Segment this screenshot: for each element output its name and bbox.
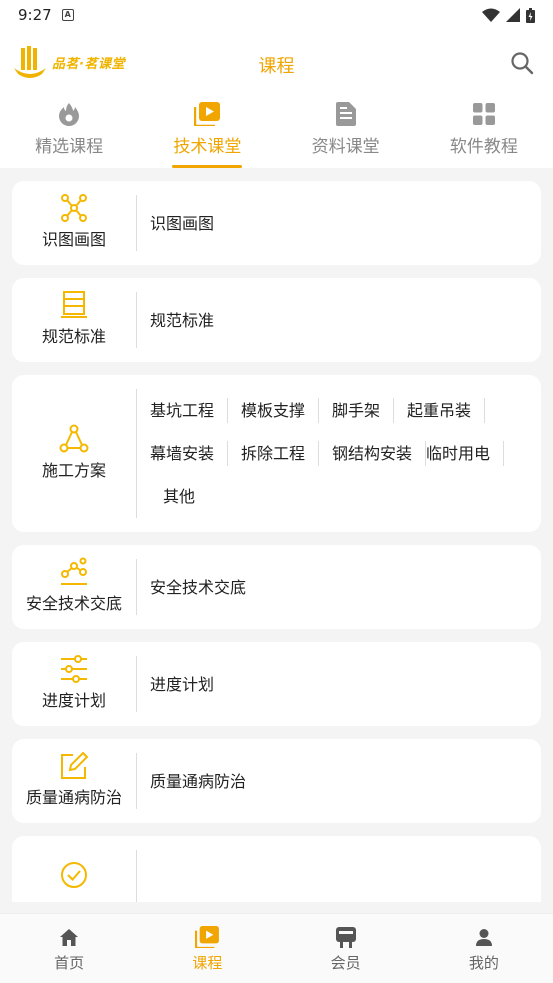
nav-label: 课程 <box>192 954 223 972</box>
wifi-icon <box>482 8 500 22</box>
status-icons <box>482 7 535 23</box>
tab-featured-courses[interactable]: 精选课程 <box>0 98 138 168</box>
person-icon <box>472 925 496 949</box>
category-header[interactable]: 施工方案 <box>12 375 136 532</box>
category-card-safety-briefing: 安全技术交底 安全技术交底 <box>12 545 541 629</box>
subcategory-item[interactable]: 拆除工程 <box>228 441 320 466</box>
category-tabs: 精选课程 技术课堂 资料课堂 软件教程 <box>0 98 553 168</box>
subcategory-item[interactable]: 基坑工程 <box>150 398 229 423</box>
subcategory-list: 基坑工程 模板支撑 脚手架 起重吊装 幕墙安装 拆除工程 钢结构安装 临时用电 … <box>137 375 541 532</box>
subcategory-item[interactable]: 质量通病防治 <box>150 769 259 794</box>
member-icon <box>334 925 358 949</box>
category-header[interactable]: 质量通病防治 <box>12 739 136 823</box>
category-card-schedule: 进度计划 进度计划 <box>12 642 541 726</box>
category-header[interactable]: 安全技术交底 <box>12 545 136 629</box>
tab-software-tutorial[interactable]: 软件教程 <box>415 98 553 168</box>
category-label: 施工方案 <box>41 460 106 480</box>
tab-label: 资料课堂 <box>311 137 380 157</box>
category-card-drawing: 识图画图 识图画图 <box>12 181 541 265</box>
subcategory-item[interactable]: 幕墙安装 <box>150 441 229 466</box>
status-bar: 9:27 A <box>0 0 553 30</box>
tab-label: 精选课程 <box>35 137 104 157</box>
home-icon <box>57 925 81 949</box>
check-circle-icon <box>61 861 87 888</box>
category-label: 识图画图 <box>41 230 106 249</box>
route-icon <box>61 557 87 585</box>
subcategory-list: 安全技术交底 <box>137 545 541 629</box>
list-doc-icon <box>61 291 87 318</box>
signal-icon <box>506 8 520 22</box>
subcategory-item[interactable]: 安全技术交底 <box>150 575 259 600</box>
bottom-navigation: 首页 课程 会员 我的 <box>0 913 553 983</box>
subcategory-list: 规范标准 <box>137 278 541 362</box>
nav-course[interactable]: 课程 <box>138 914 276 983</box>
category-label: 进度计划 <box>41 691 106 710</box>
subcategory-item[interactable]: 进度计划 <box>150 672 227 697</box>
app-header: 品茗·茗课堂 课程 <box>0 30 553 98</box>
nav-label: 我的 <box>468 954 499 972</box>
notification-a-icon: A <box>61 9 74 21</box>
subcategory-list: 质量通病防治 <box>137 739 541 823</box>
nav-home[interactable]: 首页 <box>0 914 138 983</box>
category-card-construction-plan: 施工方案 基坑工程 模板支撑 脚手架 起重吊装 幕墙安装 拆除工程 钢结构安装 … <box>12 375 541 532</box>
category-header[interactable]: 进度计划 <box>12 642 136 726</box>
page-title: 课程 <box>258 56 295 77</box>
status-time: 9:27 <box>18 6 52 24</box>
subcategory-item[interactable]: 模板支撑 <box>228 398 320 423</box>
subcategory-item[interactable]: 识图画图 <box>150 211 227 236</box>
subcategory-item[interactable]: 规范标准 <box>150 308 227 333</box>
nav-label: 会员 <box>330 954 361 972</box>
edit-icon <box>61 751 89 779</box>
subcategory-item[interactable]: 其他 <box>150 484 208 509</box>
sliders-icon <box>61 655 87 683</box>
flame-icon <box>56 101 82 127</box>
subcategory-item[interactable]: 脚手架 <box>319 398 395 423</box>
search-icon <box>511 52 534 75</box>
category-card-standards: 规范标准 规范标准 <box>12 278 541 362</box>
course-icon <box>195 925 220 949</box>
category-card-quality: 质量通病防治 质量通病防治 <box>12 739 541 823</box>
triangle-nodes-icon <box>59 424 89 452</box>
network-icon <box>61 194 87 222</box>
nav-member[interactable]: 会员 <box>277 914 415 983</box>
search-button[interactable] <box>509 50 535 76</box>
video-icon <box>194 101 221 127</box>
tab-materials-class[interactable]: 资料课堂 <box>277 98 415 168</box>
subcategory-item[interactable]: 钢结构安装 <box>319 441 427 466</box>
category-label: 规范标准 <box>41 327 106 346</box>
category-card-partial <box>12 836 541 902</box>
tab-label: 软件教程 <box>449 137 518 157</box>
subcategory-item[interactable]: 起重吊装 <box>394 398 486 423</box>
category-header[interactable]: 规范标准 <box>12 278 136 362</box>
category-header[interactable]: 识图画图 <box>12 181 136 265</box>
subcategory-list <box>137 836 541 902</box>
category-list: 识图画图 识图画图 规范标准 规范标准 施工方案 基坑工程 模板支撑 脚手架 起… <box>0 168 553 902</box>
subcategory-item[interactable]: 临时用电 <box>426 441 505 466</box>
subcategory-list: 进度计划 <box>137 642 541 726</box>
tab-tech-class[interactable]: 技术课堂 <box>138 98 276 168</box>
nav-mine[interactable]: 我的 <box>415 914 553 983</box>
category-header[interactable] <box>12 836 136 902</box>
category-label: 安全技术交底 <box>25 594 122 613</box>
nav-label: 首页 <box>54 954 85 972</box>
tab-label: 技术课堂 <box>173 137 242 157</box>
category-label: 质量通病防治 <box>25 788 122 807</box>
subcategory-list: 识图画图 <box>137 181 541 265</box>
grid-icon <box>471 101 497 127</box>
battery-icon <box>526 7 535 23</box>
document-icon <box>333 101 359 127</box>
